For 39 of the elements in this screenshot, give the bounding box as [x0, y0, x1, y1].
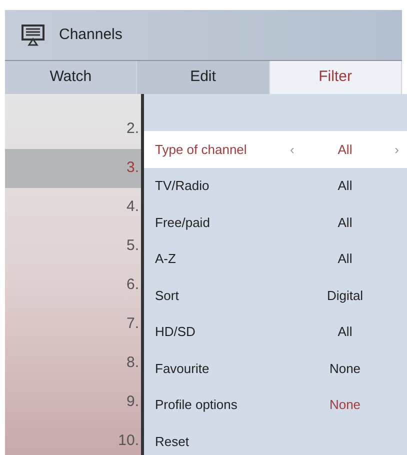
filter-label: Profile options	[155, 396, 238, 414]
tab[interactable]: Filter	[270, 61, 402, 94]
filter-label: Free/paid	[155, 214, 211, 232]
filter-row[interactable]: Favourite None	[144, 350, 407, 386]
filter-row[interactable]: Free/paid All	[144, 204, 407, 240]
filter-label: Reset	[155, 432, 190, 450]
filter-row[interactable]: Profile options None	[144, 386, 407, 423]
tab[interactable]: Watch	[5, 61, 138, 94]
filter-value: Digital	[326, 286, 364, 305]
tab[interactable]: Edit	[137, 61, 270, 94]
filter-row[interactable]: TV/Radio All	[144, 168, 407, 204]
channel-row[interactable]: 7.	[5, 305, 141, 344]
filter-row[interactable]: A-Z All	[144, 240, 407, 277]
filter-label: TV/Radio	[155, 177, 210, 195]
filter-row[interactable]: HD/SD All	[144, 314, 407, 350]
filter-label: HD/SD	[155, 323, 196, 341]
header-title: Channels	[59, 24, 122, 45]
filter-value: None	[328, 396, 362, 414]
channel-row[interactable]: 8.	[5, 344, 141, 383]
filter-label: Sort	[155, 286, 180, 304]
channel-row[interactable]: 6.	[5, 266, 141, 305]
filter-label: Favourite	[155, 360, 210, 378]
filter-label: A-Z	[155, 250, 177, 268]
channel-row[interactable]: 10.	[5, 422, 141, 455]
filter-value: None	[328, 360, 362, 378]
filter-row[interactable]: Sort Digital	[144, 277, 407, 314]
tv-icon	[21, 24, 45, 46]
channel-row[interactable]: 5.	[5, 227, 141, 266]
channel-row[interactable]: 3.	[5, 149, 141, 188]
filter-label: Type of channel	[155, 140, 248, 159]
filter-value: All	[336, 177, 354, 195]
filter-value: All	[336, 140, 354, 158]
channel-row[interactable]: 2.	[5, 110, 141, 149]
filter-value: All	[336, 214, 354, 232]
channel-row[interactable]: 9.	[5, 383, 141, 422]
filter-row[interactable]: Reset	[144, 423, 407, 455]
channel-row[interactable]: 4.	[5, 188, 141, 227]
filter-value: All	[336, 250, 354, 268]
filter-value: All	[336, 323, 354, 341]
